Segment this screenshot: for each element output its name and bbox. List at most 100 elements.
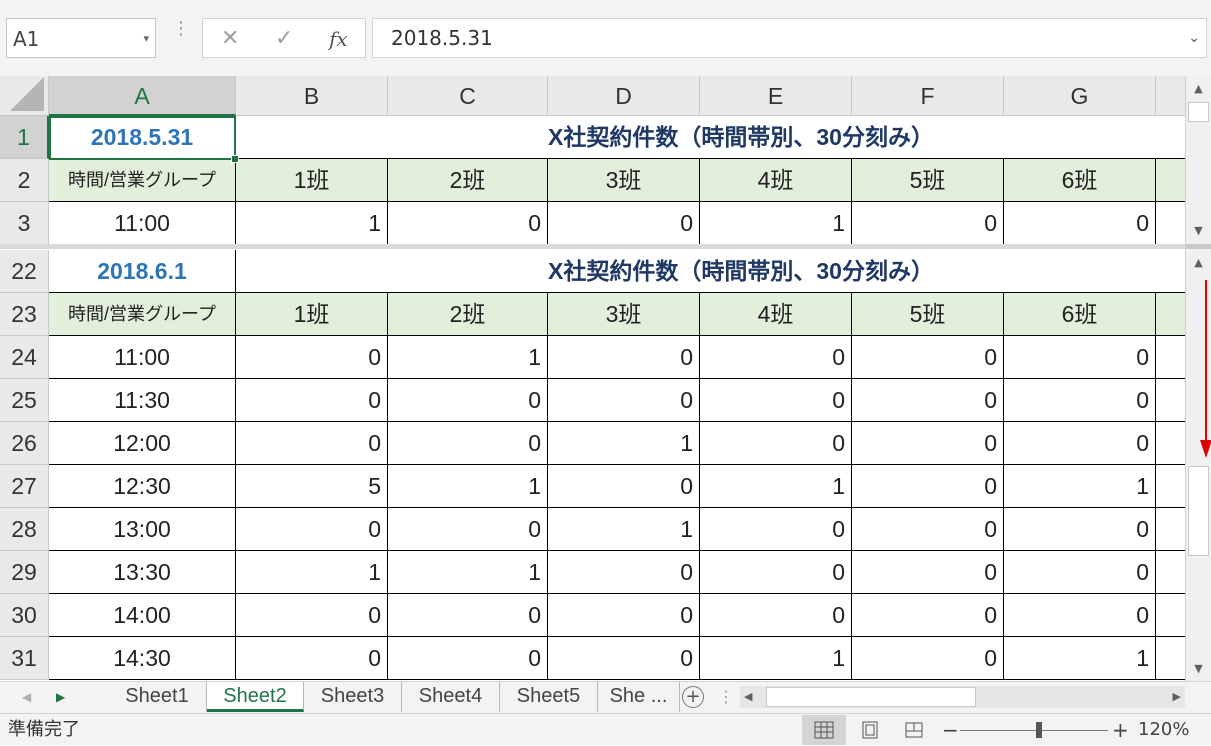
worksheet-grid[interactable]: A B C D E F G 1 2018.5.31 X社契約件数（時間帯別、30分刻み） 2 時間/営… <box>0 76 1185 681</box>
formula-input[interactable]: 2018.5.31 ⌄ <box>372 18 1207 58</box>
zoom-slider-thumb[interactable] <box>1036 722 1042 738</box>
count-cell[interactable]: 0 <box>236 637 388 680</box>
count-cell[interactable]: 0 <box>548 336 700 379</box>
group-header-cell[interactable]: 3班 <box>548 159 700 202</box>
time-cell[interactable]: 13:30 <box>49 551 236 594</box>
group-header-cell[interactable]: 4班 <box>700 293 852 336</box>
count-cell[interactable]: 0 <box>236 336 388 379</box>
group-header-cell-h[interactable] <box>1156 293 1185 336</box>
count-cell[interactable]: 0 <box>700 594 852 637</box>
zoom-slider-track[interactable] <box>960 730 1108 731</box>
count-cell[interactable]: 0 <box>700 336 852 379</box>
count-cell[interactable]: 1 <box>388 336 548 379</box>
count-cell[interactable]: 1 <box>236 551 388 594</box>
table-title-cell[interactable]: X社契約件数（時間帯別、30分刻み） <box>236 250 1185 293</box>
time-cell[interactable]: 11:00 <box>49 202 236 245</box>
sheet-tab[interactable]: Sheet4 <box>402 682 500 712</box>
time-cell[interactable]: 14:30 <box>49 637 236 680</box>
cell-h[interactable] <box>1156 508 1185 551</box>
group-header-cell[interactable]: 6班 <box>1004 293 1156 336</box>
count-cell[interactable]: 1 <box>700 637 852 680</box>
group-header-cell[interactable]: 1班 <box>236 293 388 336</box>
pane-split-divider[interactable] <box>0 244 1185 249</box>
sheet-tab[interactable]: She ... <box>598 682 680 712</box>
count-cell[interactable]: 0 <box>388 594 548 637</box>
time-cell[interactable]: 14:00 <box>49 594 236 637</box>
row-header[interactable]: 29 <box>0 551 49 594</box>
count-cell[interactable]: 0 <box>852 508 1004 551</box>
row-header[interactable]: 28 <box>0 508 49 551</box>
count-cell[interactable]: 0 <box>236 508 388 551</box>
sheet-tab[interactable]: Sheet5 <box>500 682 598 712</box>
formula-bar-grip-icon[interactable]: ⋮ <box>172 20 190 38</box>
count-cell[interactable]: 0 <box>1004 594 1156 637</box>
scroll-up-arrow-bottom-icon[interactable]: ▲ <box>1186 252 1211 274</box>
time-cell[interactable]: 11:00 <box>49 336 236 379</box>
count-cell[interactable]: 0 <box>388 202 548 245</box>
count-cell[interactable]: 1 <box>236 202 388 245</box>
count-cell[interactable]: 5 <box>236 465 388 508</box>
column-header-h[interactable] <box>1156 76 1185 116</box>
count-cell[interactable]: 0 <box>548 594 700 637</box>
count-cell[interactable]: 0 <box>852 202 1004 245</box>
count-cell[interactable]: 0 <box>548 379 700 422</box>
horizontal-scrollbar[interactable]: ◀ ▶ <box>740 686 1185 708</box>
group-header-cell[interactable]: 4班 <box>700 159 852 202</box>
row-header[interactable]: 2 <box>0 159 49 202</box>
scroll-up-arrow-top-icon[interactable]: ▲ <box>1186 78 1211 100</box>
column-header-c[interactable]: C <box>388 76 548 116</box>
group-header-cell[interactable]: 6班 <box>1004 159 1156 202</box>
group-header-cell[interactable]: 1班 <box>236 159 388 202</box>
enter-icon[interactable]: ✓ <box>275 19 293 59</box>
zoom-out-button[interactable]: − <box>942 714 959 746</box>
group-header-cell-h[interactable] <box>1156 159 1185 202</box>
group-header-cell[interactable]: 5班 <box>852 159 1004 202</box>
insert-function-icon[interactable]: fx <box>329 19 348 59</box>
page-layout-view-button[interactable] <box>848 715 892 745</box>
count-cell[interactable]: 1 <box>700 202 852 245</box>
cancel-icon[interactable]: ✕ <box>221 19 239 59</box>
column-header-g[interactable]: G <box>1004 76 1156 116</box>
time-cell[interactable]: 12:00 <box>49 422 236 465</box>
cell-h[interactable] <box>1156 637 1185 680</box>
tab-scroll-right-icon[interactable]: ▶ <box>56 682 65 712</box>
count-cell[interactable]: 0 <box>852 551 1004 594</box>
count-cell[interactable]: 1 <box>388 551 548 594</box>
group-header-cell[interactable]: 2班 <box>388 159 548 202</box>
count-cell[interactable]: 0 <box>852 637 1004 680</box>
scroll-right-icon[interactable]: ▶ <box>1173 686 1181 708</box>
count-cell[interactable]: 0 <box>548 637 700 680</box>
row-header[interactable]: 30 <box>0 594 49 637</box>
count-cell[interactable]: 0 <box>548 202 700 245</box>
cell-h[interactable] <box>1156 551 1185 594</box>
count-cell[interactable]: 0 <box>852 422 1004 465</box>
group-header-label-cell[interactable]: 時間/営業グループ <box>49 293 236 336</box>
count-cell[interactable]: 0 <box>388 422 548 465</box>
column-header-f[interactable]: F <box>852 76 1004 116</box>
row-header[interactable]: 3 <box>0 202 49 245</box>
expand-formula-bar-icon[interactable]: ⌄ <box>1188 19 1200 57</box>
name-box[interactable]: A1 ▾ <box>6 18 156 58</box>
count-cell[interactable]: 0 <box>1004 202 1156 245</box>
count-cell[interactable]: 0 <box>852 594 1004 637</box>
scroll-down-arrow-top-icon[interactable]: ▼ <box>1186 220 1211 242</box>
sheet-tab[interactable]: Sheet1 <box>108 682 207 712</box>
cell-h[interactable] <box>1156 379 1185 422</box>
count-cell[interactable]: 0 <box>548 465 700 508</box>
time-cell[interactable]: 13:00 <box>49 508 236 551</box>
time-cell[interactable]: 12:30 <box>49 465 236 508</box>
row-header[interactable]: 27 <box>0 465 49 508</box>
count-cell[interactable]: 0 <box>236 379 388 422</box>
count-cell[interactable]: 0 <box>852 336 1004 379</box>
count-cell[interactable]: 0 <box>700 379 852 422</box>
row-header[interactable]: 31 <box>0 637 49 680</box>
count-cell[interactable]: 1 <box>548 422 700 465</box>
group-header-label-cell[interactable]: 時間/営業グループ <box>49 159 236 202</box>
scroll-down-arrow-bottom-icon[interactable]: ▼ <box>1186 658 1211 680</box>
count-cell[interactable]: 0 <box>1004 551 1156 594</box>
time-cell[interactable]: 11:30 <box>49 379 236 422</box>
count-cell[interactable]: 0 <box>700 422 852 465</box>
count-cell[interactable]: 1 <box>388 465 548 508</box>
cell-h[interactable] <box>1156 465 1185 508</box>
scroll-thumb-bottom[interactable] <box>1188 466 1209 556</box>
